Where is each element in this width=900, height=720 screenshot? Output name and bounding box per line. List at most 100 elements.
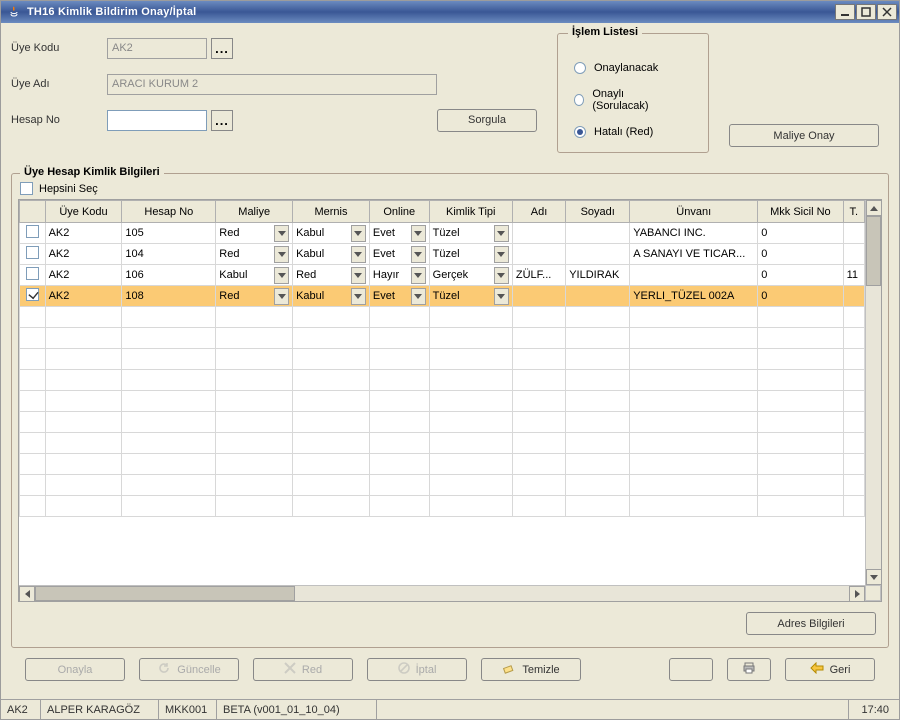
table-cell[interactable]: YABANCI INC. [630, 223, 758, 244]
scroll-thumb[interactable] [35, 586, 295, 601]
table-cell[interactable]: 11 [843, 265, 864, 286]
table-cell[interactable]: Red [293, 265, 370, 286]
table-cell[interactable] [512, 223, 565, 244]
dropdown-button[interactable] [494, 267, 509, 284]
table-cell[interactable]: ZÜLF... [512, 265, 565, 286]
scroll-left-button[interactable] [19, 586, 35, 602]
table-cell[interactable] [843, 286, 864, 307]
column-header[interactable]: Ünvanı [630, 201, 758, 223]
hesap-no-field[interactable] [107, 110, 207, 131]
table-cell[interactable] [566, 286, 630, 307]
dropdown-button[interactable] [411, 246, 426, 263]
table-cell[interactable] [512, 244, 565, 265]
table-cell[interactable]: AK2 [45, 265, 122, 286]
table-cell[interactable]: AK2 [45, 223, 122, 244]
scroll-right-button[interactable] [849, 586, 865, 602]
table-cell[interactable]: 0 [758, 244, 843, 265]
table-cell[interactable]: Evet [369, 223, 429, 244]
table-row[interactable]: AK2108RedKabulEvetTüzelYERLI_TÜZEL 002A0 [20, 286, 865, 307]
dropdown-button[interactable] [494, 225, 509, 242]
table-cell[interactable]: Tüzel [429, 223, 512, 244]
dropdown-button[interactable] [351, 267, 366, 284]
red-button[interactable]: Red [253, 658, 353, 681]
dropdown-button[interactable] [411, 225, 426, 242]
radio-onaylanacak[interactable]: Onaylanacak [574, 62, 668, 74]
column-header[interactable]: Maliye [216, 201, 293, 223]
table-cell[interactable]: Kabul [293, 223, 370, 244]
table-cell[interactable] [512, 286, 565, 307]
table-cell[interactable]: Kabul [293, 244, 370, 265]
guncelle-button[interactable]: Güncelle [139, 658, 239, 681]
column-header[interactable]: Mernis [293, 201, 370, 223]
table-cell[interactable]: 104 [122, 244, 216, 265]
blank-action-button[interactable] [669, 658, 713, 681]
table-cell[interactable]: Red [216, 223, 293, 244]
row-checkbox[interactable] [26, 267, 39, 280]
table-cell[interactable]: Tüzel [429, 286, 512, 307]
dropdown-button[interactable] [494, 288, 509, 305]
column-header[interactable]: Soyadı [566, 201, 630, 223]
table-cell[interactable] [630, 265, 758, 286]
dropdown-button[interactable] [351, 246, 366, 263]
dropdown-button[interactable] [274, 246, 289, 263]
geri-button[interactable]: Geri [785, 658, 875, 681]
table-cell[interactable]: 0 [758, 286, 843, 307]
table-cell[interactable]: Red [216, 286, 293, 307]
dropdown-button[interactable] [274, 267, 289, 284]
table-cell[interactable] [566, 244, 630, 265]
table-cell[interactable]: Hayır [369, 265, 429, 286]
iptal-button[interactable]: İptal [367, 658, 467, 681]
dropdown-button[interactable] [274, 288, 289, 305]
radio-hatali[interactable]: Hatalı (Red) [574, 126, 668, 138]
table-cell[interactable]: Kabul [216, 265, 293, 286]
dropdown-button[interactable] [274, 225, 289, 242]
scroll-down-button[interactable] [866, 569, 882, 585]
table-cell[interactable]: Kabul [293, 286, 370, 307]
row-checkbox[interactable] [26, 246, 39, 259]
onayla-button[interactable]: Onayla [25, 658, 125, 681]
table-cell[interactable]: Red [216, 244, 293, 265]
table-cell[interactable]: Evet [369, 244, 429, 265]
scroll-up-button[interactable] [866, 200, 882, 216]
table-row[interactable]: AK2106KabulRedHayırGerçekZÜLF...YILDIRAK… [20, 265, 865, 286]
table-cell[interactable]: AK2 [45, 244, 122, 265]
table-cell[interactable]: A SANAYI VE TICAR... [630, 244, 758, 265]
adres-bilgileri-button[interactable]: Adres Bilgileri [746, 612, 876, 635]
table-cell[interactable]: 0 [758, 265, 843, 286]
maximize-button[interactable] [856, 4, 876, 20]
row-checkbox[interactable] [26, 225, 39, 238]
minimize-button[interactable] [835, 4, 855, 20]
vertical-scrollbar[interactable] [865, 200, 881, 585]
table-cell[interactable] [566, 223, 630, 244]
column-header[interactable]: Adı [512, 201, 565, 223]
table-cell[interactable]: Tüzel [429, 244, 512, 265]
dropdown-button[interactable] [411, 288, 426, 305]
table-cell[interactable]: AK2 [45, 286, 122, 307]
row-checkbox[interactable] [26, 288, 39, 301]
horizontal-scrollbar[interactable] [19, 585, 865, 601]
table-cell[interactable] [843, 244, 864, 265]
print-button[interactable] [727, 658, 771, 681]
column-header[interactable]: Online [369, 201, 429, 223]
table-cell[interactable]: YERLI_TÜZEL 002A [630, 286, 758, 307]
table-cell[interactable]: 106 [122, 265, 216, 286]
column-header[interactable]: Kimlik Tipi [429, 201, 512, 223]
maliye-onay-button[interactable]: Maliye Onay [729, 124, 879, 147]
table-cell[interactable]: 105 [122, 223, 216, 244]
table-cell[interactable]: YILDIRAK [566, 265, 630, 286]
hesap-no-lookup-button[interactable]: ... [211, 110, 233, 131]
table-row[interactable]: AK2104RedKabulEvetTüzel A SANAYI VE TICAR… [20, 244, 865, 265]
table-cell[interactable]: 108 [122, 286, 216, 307]
column-header[interactable]: Üye Kodu [45, 201, 122, 223]
sorgula-button[interactable]: Sorgula [437, 109, 537, 132]
column-header[interactable]: T. [843, 201, 864, 223]
close-button[interactable] [877, 4, 897, 20]
scroll-thumb[interactable] [866, 216, 881, 286]
column-header[interactable]: Mkk Sicil No [758, 201, 843, 223]
column-header[interactable] [20, 201, 46, 223]
table-row[interactable]: AK2105RedKabulEvetTüzelYABANCI INC.0 [20, 223, 865, 244]
dropdown-button[interactable] [411, 267, 426, 284]
radio-onayli[interactable]: Onaylı (Sorulacak) [574, 88, 668, 112]
column-header[interactable]: Hesap No [122, 201, 216, 223]
temizle-button[interactable]: Temizle [481, 658, 581, 681]
